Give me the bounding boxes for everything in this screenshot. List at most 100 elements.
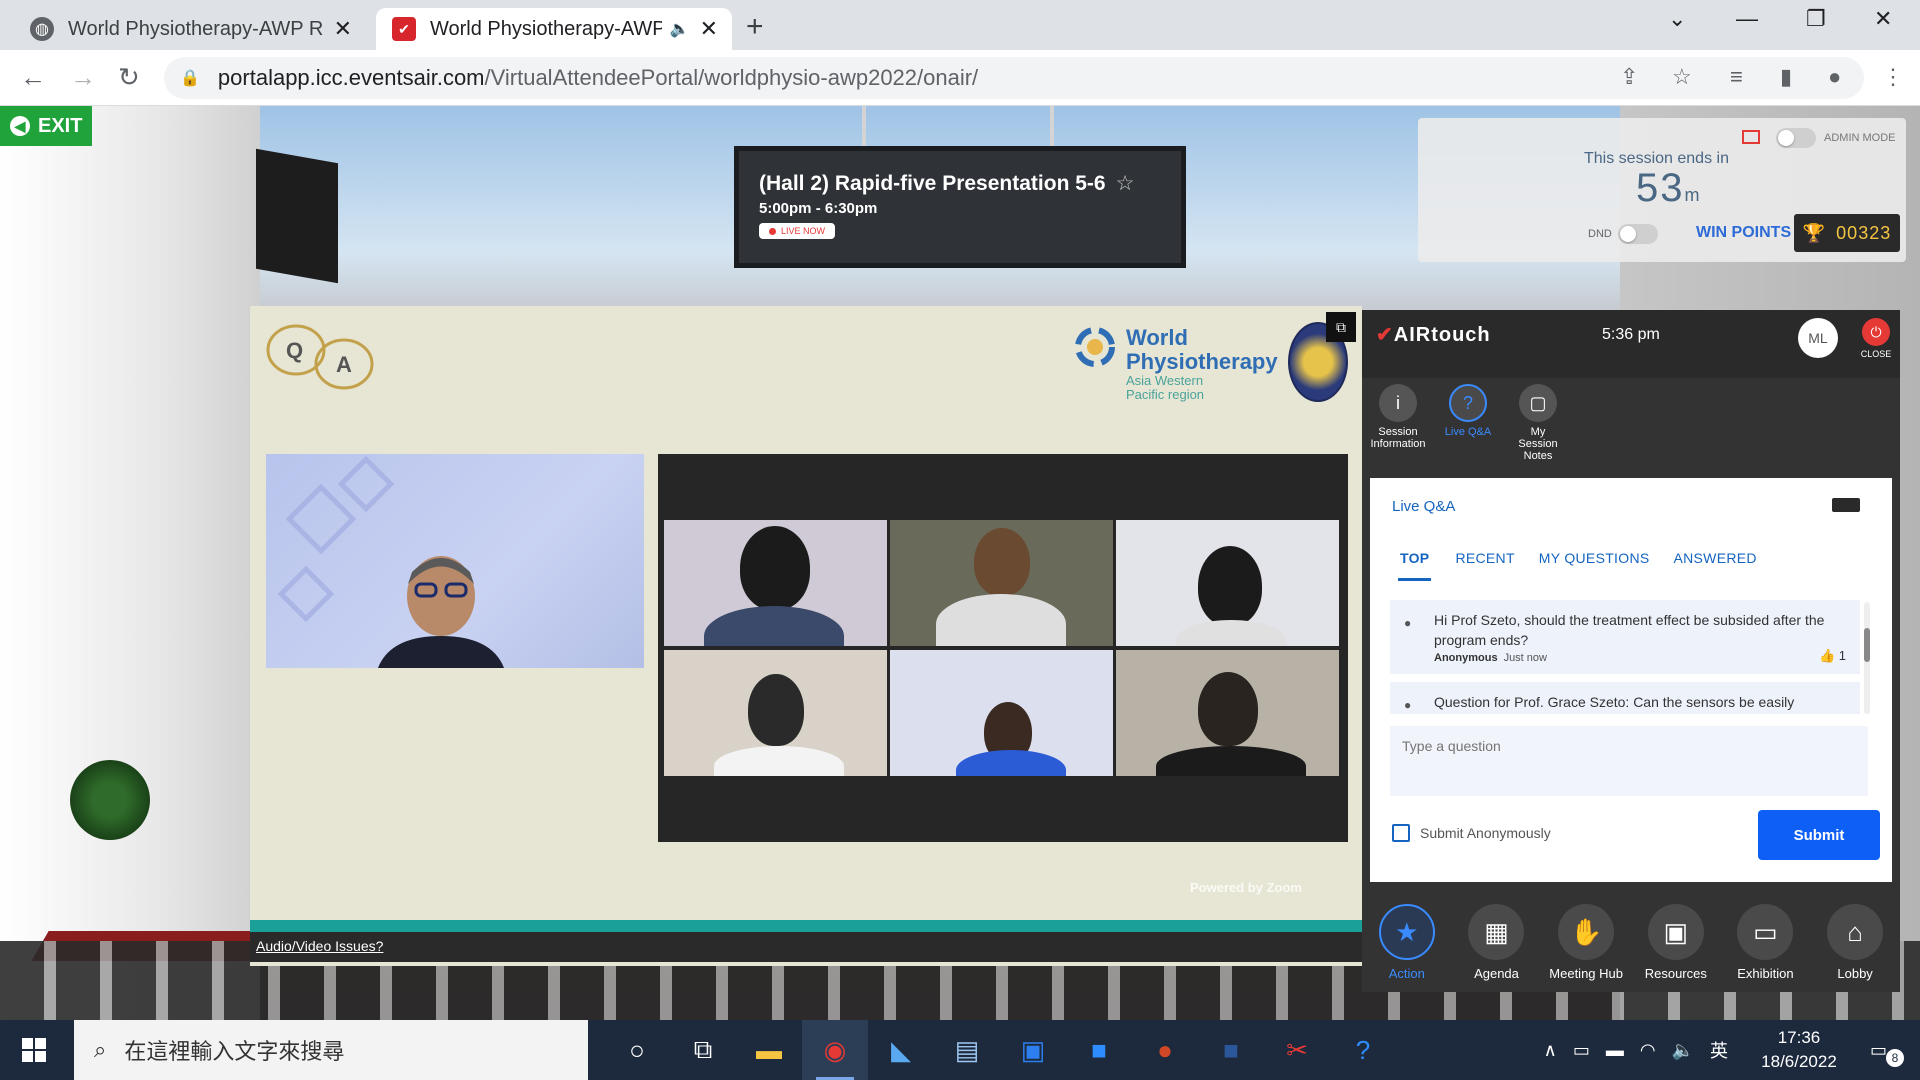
remote-desktop-icon[interactable]: ▤ [934,1020,1000,1080]
qa-tab-top[interactable]: TOP [1398,550,1432,581]
reload-icon[interactable]: ↻ [118,62,140,93]
nav-action[interactable]: ★ Action [1367,904,1447,992]
powerpoint-icon[interactable]: ● [1132,1020,1198,1080]
nav-label: Action [1388,966,1425,981]
participant-body [936,594,1066,646]
question-item: ● Hi Prof Szeto, should the treatment ef… [1390,600,1860,674]
qa-tab-my-questions[interactable]: MY QUESTIONS [1539,550,1650,581]
session-time: 5:00pm - 6:30pm [759,200,878,217]
audio-video-issues-link[interactable]: Audio/Video Issues? [256,938,383,954]
avatar[interactable]: ML [1798,318,1838,358]
qa-tab-answered[interactable]: ANSWERED [1674,550,1757,581]
close-button[interactable]: ⏻ CLOSE [1856,318,1896,359]
thumbs-up-icon: 👍 [1818,648,1836,663]
airtouch-header: ✔AIRtouch 5:36 pm ML ⏻ CLOSE [1362,310,1900,378]
zoom-icon[interactable]: ■ [1066,1020,1132,1080]
nav-lobby[interactable]: ⌂ Lobby [1815,904,1895,992]
volume-icon[interactable]: 🔈 [1672,1040,1694,1061]
forward-icon[interactable]: → [70,62,96,93]
snipping-tool-icon[interactable]: ✂ [1264,1020,1330,1080]
close-window-button[interactable]: ✕ [1874,6,1892,32]
dnd-toggle[interactable] [1618,224,1658,244]
notification-center-button[interactable]: ▭ 8 [1870,1039,1904,1067]
nav-exhibition[interactable]: ▭ Exhibition [1725,904,1805,992]
favorite-star-icon[interactable]: ☆ [1116,171,1135,196]
word-icon[interactable]: ■ [1198,1020,1264,1080]
address-bar[interactable]: 🔒 portalapp.icc.eventsair.com/VirtualAtt… [164,57,1864,99]
close-tab-icon[interactable]: ✕ [700,16,718,42]
ime-indicator[interactable]: 英 [1710,1037,1728,1063]
url-host: portalapp.icc.eventsair.com [217,65,485,90]
browser-tab-2[interactable]: ✔ World Physiotherapy-AWP 🔈 ✕ [376,8,732,50]
participant-tile [890,520,1113,646]
wifi-icon[interactable]: ◠ [1640,1040,1656,1061]
participant-head [1198,546,1262,626]
show-hidden-icons-icon[interactable]: ∧ [1544,1040,1557,1061]
close-tab-icon[interactable]: ✕ [334,16,352,42]
cortana-icon[interactable]: ○ [604,1020,670,1080]
world-physiotherapy-logo: World Physiotherapy Asia Western Pacific… [1074,326,1278,402]
windows-taskbar: ⌕ 在這裡輸入文字來搜尋 ○ ⧉ ▬ ◉ ◣ ▤ ▣ ■ ● ■ ✂ ? ∧ ▭… [0,1020,1920,1080]
battery-icon[interactable]: ▬ [1606,1040,1624,1061]
nav-resources[interactable]: ▣ Resources [1636,904,1716,992]
chrome-icon[interactable]: ◉ [802,1020,868,1080]
tab-session-information[interactable]: i Session Information [1370,384,1426,462]
display-icon[interactable]: ▭ [1573,1040,1590,1061]
lock-icon[interactable]: 🔒 [180,68,200,88]
windows-start-icon[interactable] [22,1038,46,1062]
taskbar-search[interactable]: ⌕ 在這裡輸入文字來搜尋 [74,1020,588,1080]
win-points-link[interactable]: WIN POINTS [1696,224,1791,242]
hall-speaker [256,148,338,284]
qa-tabs: TOP RECENT MY QUESTIONS ANSWERED [1398,550,1757,581]
question-input[interactable] [1390,726,1868,796]
question-when: Just now [1503,652,1547,664]
anonymous-checkbox[interactable] [1392,824,1410,842]
qa-letter-a: A [336,352,352,377]
home-icon: ⌂ [1827,904,1884,960]
participant-head [974,528,1030,596]
tab-live-qa[interactable]: ? Live Q&A [1440,384,1496,462]
qa-tab-recent[interactable]: RECENT [1455,550,1514,581]
system-tray: ∧ ▭ ▬ ◠ 🔈 英 17:36 18/6/2022 ▭ 8 [1544,1020,1920,1080]
nav-meeting-hub[interactable]: ✋ Meeting Hub [1546,904,1626,992]
question-list-scrollbar[interactable] [1864,602,1870,714]
back-icon[interactable]: ← [20,62,46,93]
file-explorer-icon[interactable]: ▬ [736,1020,802,1080]
audio-playing-icon[interactable]: 🔈 [670,19,690,39]
browser-tab-1[interactable]: ◍ World Physiotherapy-AWP Reg ✕ [14,8,366,50]
airtouch-brand: AIRtouch [1393,324,1491,346]
admin-mode-toggle[interactable] [1776,128,1816,148]
tab-my-session-notes[interactable]: ▢ My Session Notes [1510,384,1566,462]
help-icon[interactable]: ? [1330,1020,1396,1080]
upvote-button[interactable]: 👍 1 [1819,648,1846,664]
taskbar-apps: ○ ⧉ ▬ ◉ ◣ ▤ ▣ ■ ● ■ ✂ ? [604,1020,1396,1080]
nav-agenda[interactable]: ▦ Agenda [1456,904,1536,992]
share-icon[interactable]: ⇪ [1620,64,1638,90]
restore-button[interactable]: ❐ [1806,6,1826,32]
bookmark-star-icon[interactable]: ☆ [1672,64,1692,90]
nav-label: Exhibition [1737,966,1794,981]
exit-button[interactable]: ◀ EXIT [0,106,92,146]
new-tab-button[interactable]: + [746,10,764,44]
participant-tile [890,650,1113,776]
minutes-value: 53 [1636,166,1685,210]
screen-icon[interactable] [1742,130,1760,144]
minimize-button[interactable]: — [1736,6,1758,32]
scrollbar-thumb[interactable] [1864,628,1870,662]
profile-icon[interactable]: ● [1828,64,1841,90]
clock[interactable]: 17:36 18/6/2022 [1744,1026,1854,1074]
side-panel-icon[interactable]: ▮ [1780,64,1792,90]
person-icon: ● [1404,698,1412,712]
security-app-icon[interactable]: ▣ [1000,1020,1066,1080]
media-control-icon[interactable]: ≡ [1730,64,1743,90]
menu-icon[interactable]: ⋮ [1882,64,1904,90]
question-meta: Anonymous Just now [1434,652,1846,664]
fullscreen-icon[interactable]: ⧉ [1326,312,1356,342]
tab-search-icon[interactable]: ⌄ [1668,6,1686,32]
org-name-2: Physiotherapy [1126,349,1278,374]
task-view-icon[interactable]: ⧉ [670,1020,736,1080]
chat-icon: ▭ [1870,1039,1888,1060]
mail-app-icon[interactable]: ◣ [868,1020,934,1080]
submit-button[interactable]: Submit [1758,810,1880,860]
submit-anonymously-option[interactable]: Submit Anonymously [1392,824,1551,842]
